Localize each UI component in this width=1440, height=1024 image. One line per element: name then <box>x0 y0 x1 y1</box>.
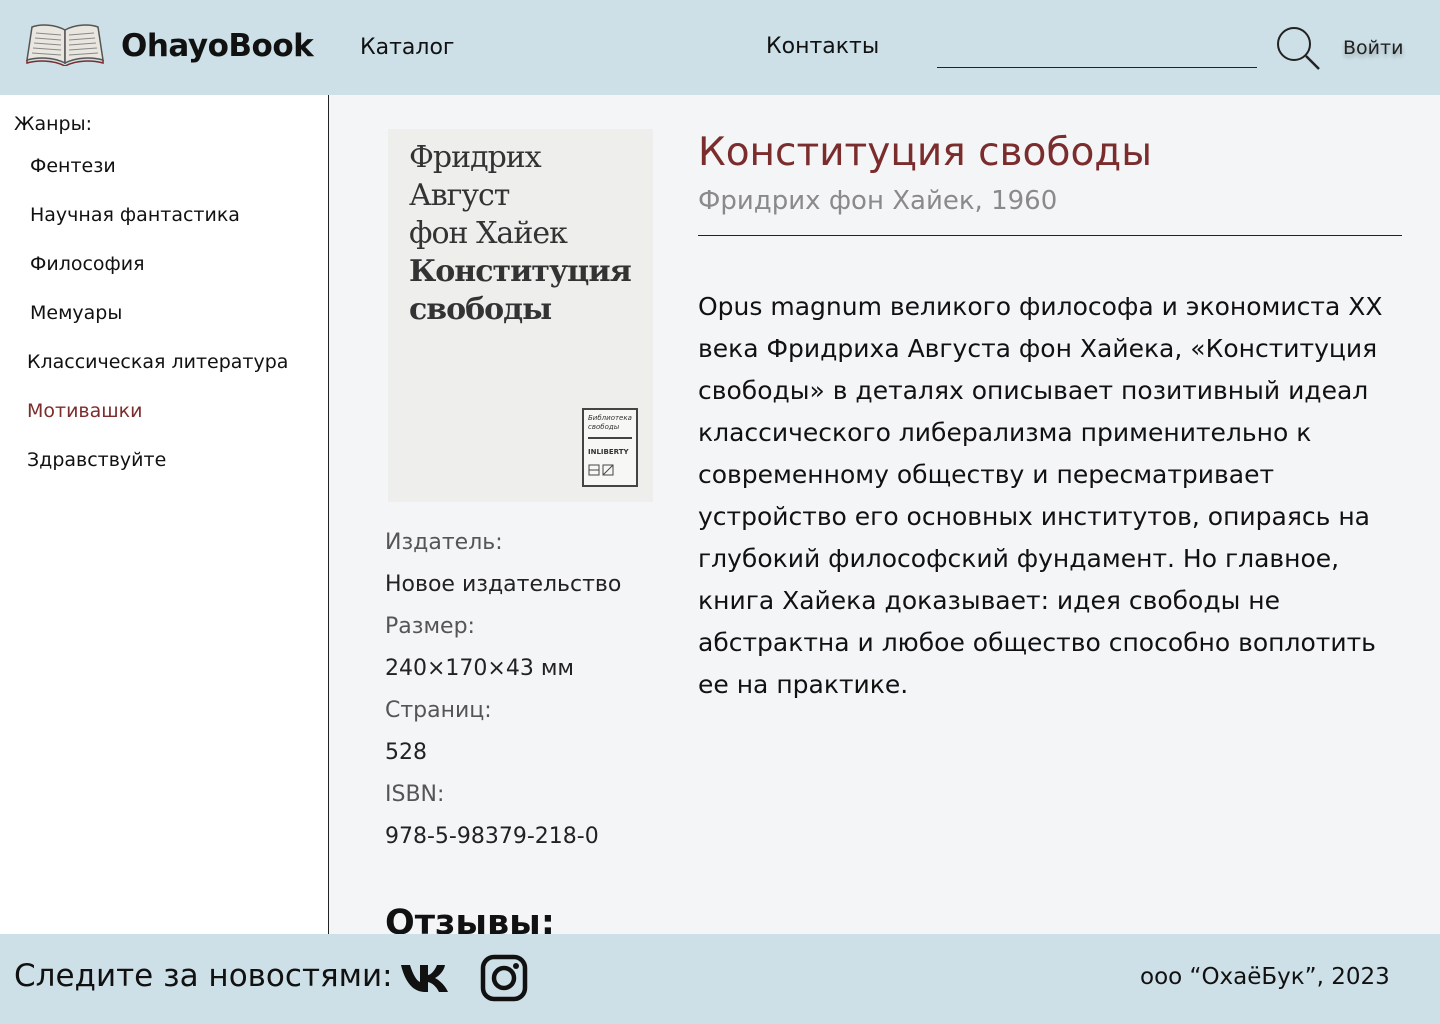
cover-text: Фридрих Август фон Хайек Конституция сво… <box>409 139 632 329</box>
badge-mark-icon <box>588 464 614 476</box>
isbn-label: ISBN: <box>385 782 445 807</box>
genre-sidebar: Жанры: Фентези Научная фантастика Филосо… <box>0 95 329 934</box>
cover-line: Август <box>409 178 510 213</box>
size-value: 240×170×43 мм <box>385 656 575 681</box>
genres-title: Жанры: <box>14 113 92 135</box>
genre-item-fantasy[interactable]: Фентези <box>30 155 116 177</box>
publisher-label: Издатель: <box>385 530 503 555</box>
genre-item-classic[interactable]: Классическая литература <box>27 351 288 373</box>
genre-item-hello[interactable]: Здравствуйте <box>27 449 166 471</box>
pages-label: Страниц: <box>385 698 492 723</box>
brand-name[interactable]: OhayoBook <box>121 28 314 64</box>
publisher-value: Новое издательство <box>385 572 622 597</box>
title-divider <box>698 235 1402 236</box>
pages-value: 528 <box>385 740 427 765</box>
vk-icon[interactable] <box>400 962 450 994</box>
size-label: Размер: <box>385 614 475 639</box>
cover-line: Фридрих <box>409 140 542 175</box>
badge-publisher-text: INLIBERTY <box>588 448 629 456</box>
book-title: Конституция свободы <box>698 130 1153 175</box>
nav-contacts-link[interactable]: Контакты <box>766 34 879 59</box>
cover-line: свободы <box>409 292 552 327</box>
series-badge: Библиотека свободы INLIBERTY <box>582 408 638 487</box>
badge-divider <box>588 437 632 439</box>
genre-item-memoirs[interactable]: Мемуары <box>30 302 122 324</box>
footer: Следите за новостями: ооо “ОхаёБук”, 202… <box>0 934 1440 1024</box>
copyright-text: ооо “ОхаёБук”, 2023 <box>1140 964 1390 990</box>
search-input[interactable] <box>937 30 1257 68</box>
cover-line: фон Хайек <box>409 216 568 251</box>
genre-item-scifi[interactable]: Научная фантастика <box>30 204 240 226</box>
badge-series-text: Библиотека свободы <box>588 414 632 431</box>
book-cover-image: Фридрих Август фон Хайек Конституция сво… <box>388 129 653 502</box>
genre-item-motivation[interactable]: Мотивашки <box>27 400 142 422</box>
book-logo-icon[interactable] <box>26 22 104 66</box>
search-icon[interactable] <box>1275 25 1321 71</box>
login-button[interactable]: Войти <box>1343 37 1403 59</box>
cover-line: Конституция <box>409 254 632 289</box>
instagram-icon[interactable] <box>480 954 528 1002</box>
isbn-value: 978-5-98379-218-0 <box>385 824 599 849</box>
book-description: Opus magnum великого философа и экономис… <box>698 292 1383 699</box>
nav-catalog-link[interactable]: Каталог <box>360 35 454 60</box>
header: OhayoBook Каталог Контакты Войти <box>0 0 1440 95</box>
follow-news-text: Следите за новостями: <box>14 958 393 994</box>
genre-item-philosophy[interactable]: Философия <box>30 253 145 275</box>
book-author-year: Фридрих фон Хайек, 1960 <box>698 186 1058 216</box>
